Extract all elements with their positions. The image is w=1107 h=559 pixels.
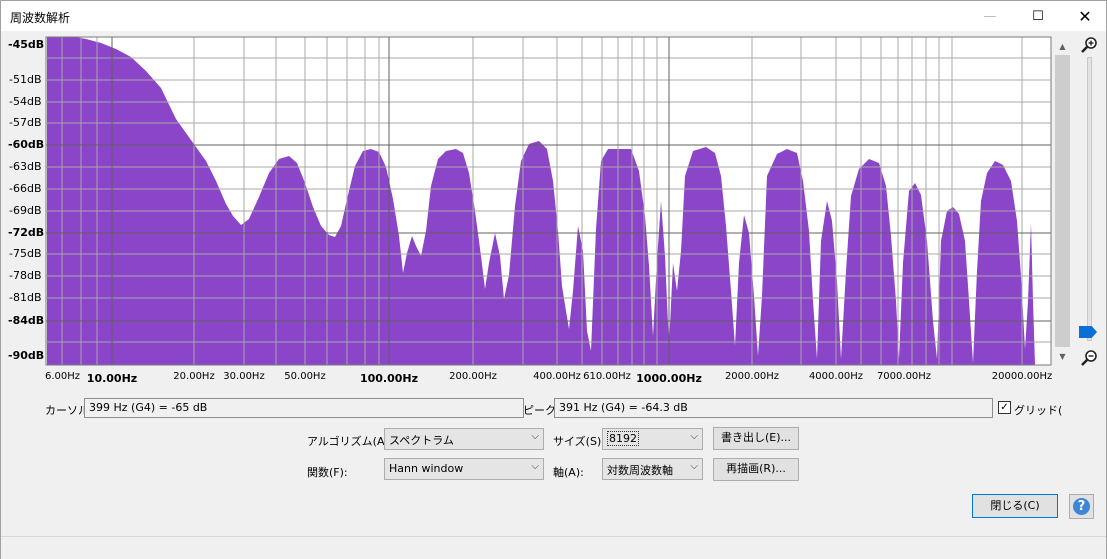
replot-button[interactable]: 再描画(R)... xyxy=(713,458,799,481)
algorithm-select[interactable]: スペクトラム ⌵ xyxy=(384,428,544,450)
y-tick-label: -72dB xyxy=(8,226,45,239)
x-tick-label: 20.00Hz xyxy=(173,371,215,382)
y-tick-label: -51dB xyxy=(9,73,42,86)
scroll-up-icon[interactable]: ▲ xyxy=(1054,38,1071,55)
zoom-slider-thumb[interactable] xyxy=(1079,326,1097,338)
x-tick-label: 100.00Hz xyxy=(359,372,419,385)
x-tick-label: 6.00Hz xyxy=(45,371,81,382)
algorithm-value: スペクトラム xyxy=(389,434,454,447)
x-tick-label: 4000.00Hz xyxy=(808,371,864,382)
peak-value-field: 391 Hz (G4) = -64.3 dB xyxy=(554,398,993,418)
export-button[interactable]: 書き出し(E)... xyxy=(713,427,799,450)
cursor-value-field: 399 Hz (G4) = -65 dB xyxy=(84,398,524,418)
axis-value: 対数周波数軸 xyxy=(607,464,673,477)
status-bar xyxy=(1,536,1106,559)
help-icon: ? xyxy=(1073,498,1090,515)
chevron-down-icon: ⌵ xyxy=(690,461,698,472)
grid-label: グリッド( xyxy=(1014,404,1063,417)
y-tick-label: -78dB xyxy=(9,269,42,282)
y-tick-label: -90dB xyxy=(8,349,45,362)
function-value: Hann window xyxy=(389,462,464,475)
zoom-slider-track[interactable] xyxy=(1087,57,1092,341)
help-button[interactable]: ? xyxy=(1069,494,1094,519)
zoom-out-icon[interactable] xyxy=(1079,348,1099,368)
vertical-scrollbar[interactable]: ▲ ▼ xyxy=(1054,38,1071,365)
x-tick-label: 200.00Hz xyxy=(449,371,497,382)
y-tick-label: -45dB xyxy=(8,38,45,51)
x-tick-label: 30.00Hz xyxy=(223,371,265,382)
x-tick-label: 610.00Hz xyxy=(583,371,631,382)
y-tick-label: -66dB xyxy=(9,182,42,195)
x-tick-label: 2000.00Hz xyxy=(724,371,780,382)
zoom-in-icon[interactable] xyxy=(1079,35,1099,55)
x-tick-label: 400.00Hz xyxy=(533,371,581,382)
chevron-down-icon: ⌵ xyxy=(531,431,539,442)
y-tick-label: -69dB xyxy=(9,204,42,217)
y-tick-label: -75dB xyxy=(9,247,42,260)
size-select[interactable]: 8192 ⌵ xyxy=(602,428,703,450)
x-tick-label: 20000.00Hz xyxy=(991,371,1053,382)
x-tick-label: 1000.00Hz xyxy=(636,372,702,385)
chevron-down-icon: ⌵ xyxy=(690,431,698,442)
x-tick-label: 7000.00Hz xyxy=(876,371,932,382)
y-tick-label: -63dB xyxy=(9,160,42,173)
grid-checkbox[interactable]: ✓ xyxy=(998,401,1011,414)
function-label: 関数(F): xyxy=(307,466,348,479)
y-tick-label: -84dB xyxy=(8,314,45,327)
y-tick-label: -60dB xyxy=(8,138,45,151)
y-tick-label: -81dB xyxy=(9,291,42,304)
y-tick-label: -54dB xyxy=(9,95,42,108)
frequency-analysis-window: 周波数解析 — ☐ ✕ -45dB -51dB -54dB -57dB -60dB -63… xyxy=(0,0,1107,559)
size-value: 8192 xyxy=(607,431,639,446)
close-button[interactable]: 閉じる(C) xyxy=(972,494,1058,518)
chevron-down-icon: ⌵ xyxy=(531,461,539,472)
scroll-down-icon[interactable]: ▼ xyxy=(1054,348,1071,365)
x-tick-label: 10.00Hz xyxy=(86,372,138,385)
y-tick-label: -57dB xyxy=(9,116,42,129)
axis-select[interactable]: 対数周波数軸 ⌵ xyxy=(602,458,703,480)
algorithm-label: アルゴリズム(A): xyxy=(307,435,393,448)
axis-label: 軸(A): xyxy=(553,466,584,479)
spectrum-plot[interactable] xyxy=(1,1,1076,391)
scroll-thumb[interactable] xyxy=(1055,55,1070,347)
function-select[interactable]: Hann window ⌵ xyxy=(384,458,544,480)
x-tick-label: 50.00Hz xyxy=(284,371,326,382)
size-label: サイズ(S): xyxy=(553,435,605,448)
